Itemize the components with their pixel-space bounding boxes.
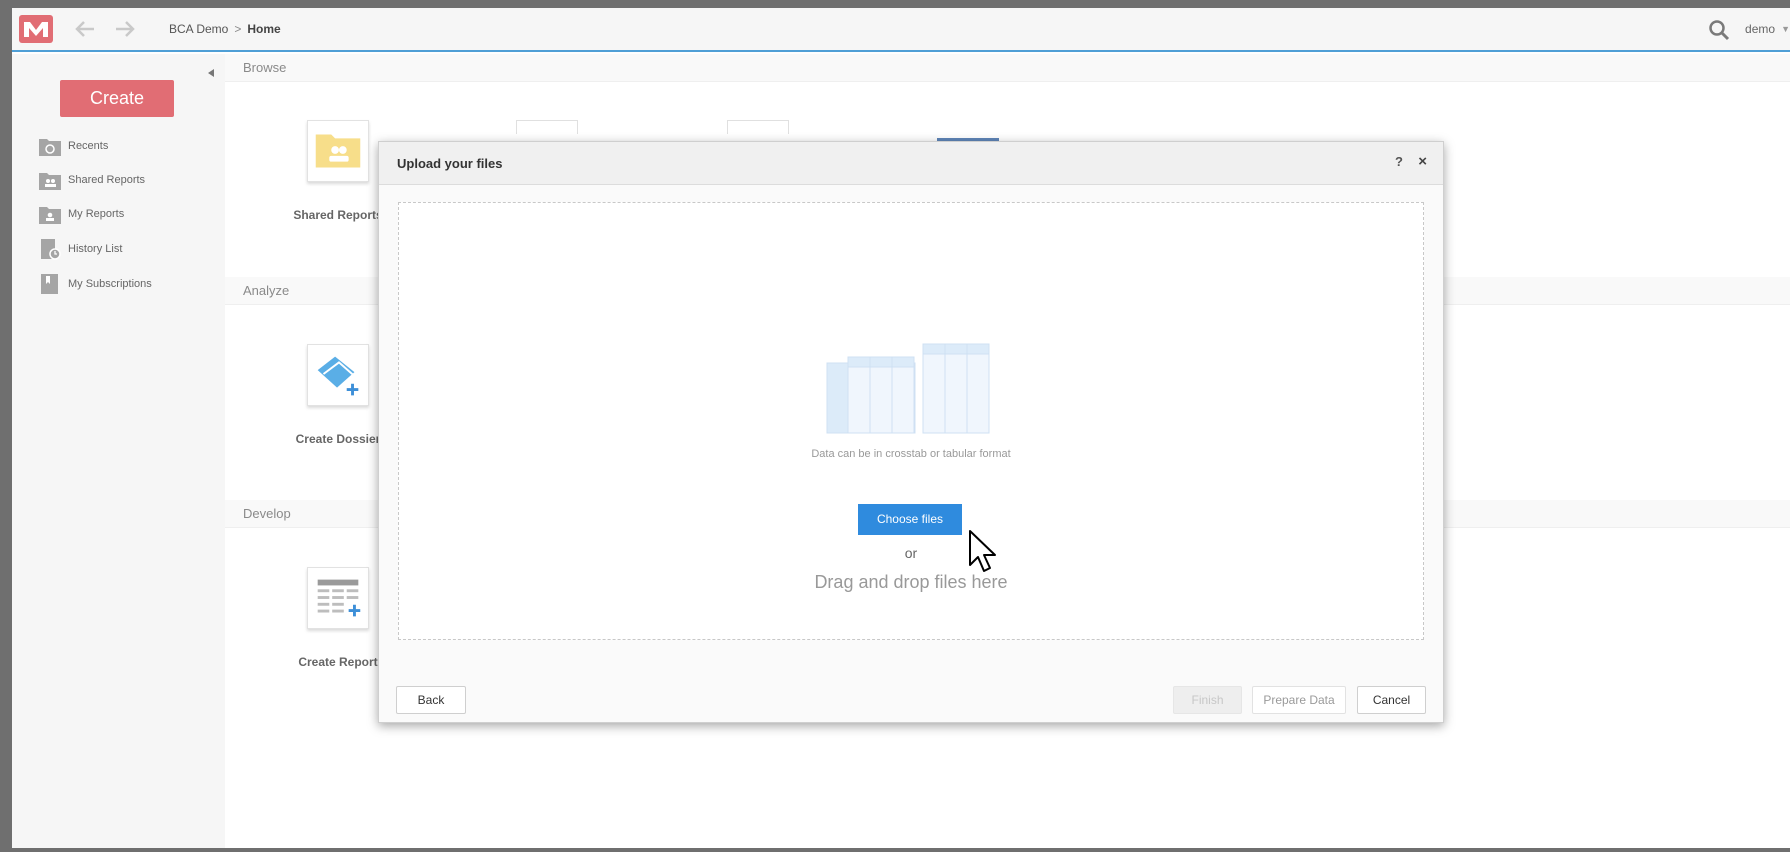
app-window: BCA Demo > Home demo ▼ Create Recents Sh…	[12, 8, 1790, 848]
drag-drop-text: Drag and drop files here	[814, 572, 1008, 592]
dialog-title-bar: Upload your files ? ×	[379, 142, 1443, 185]
close-button[interactable]: ×	[1418, 153, 1427, 170]
mouse-pointer-icon	[969, 530, 996, 572]
data-grid-illustration-icon	[826, 343, 990, 434]
choose-files-button[interactable]: Choose files	[858, 504, 962, 535]
format-hint-text: Data can be in crosstab or tabular forma…	[811, 448, 1011, 460]
dialog-title: Upload your files	[397, 156, 503, 171]
cancel-button[interactable]: Cancel	[1357, 686, 1426, 714]
back-button[interactable]: Back	[396, 686, 466, 714]
upload-files-dialog: Upload your files ? × Data can be in cro…	[378, 141, 1444, 723]
or-text: or	[904, 545, 918, 561]
finish-button[interactable]: Finish	[1173, 686, 1242, 714]
help-button[interactable]: ?	[1395, 154, 1403, 169]
prepare-data-button[interactable]: Prepare Data	[1252, 686, 1346, 714]
file-drop-zone[interactable]: Data can be in crosstab or tabular forma…	[398, 202, 1424, 640]
